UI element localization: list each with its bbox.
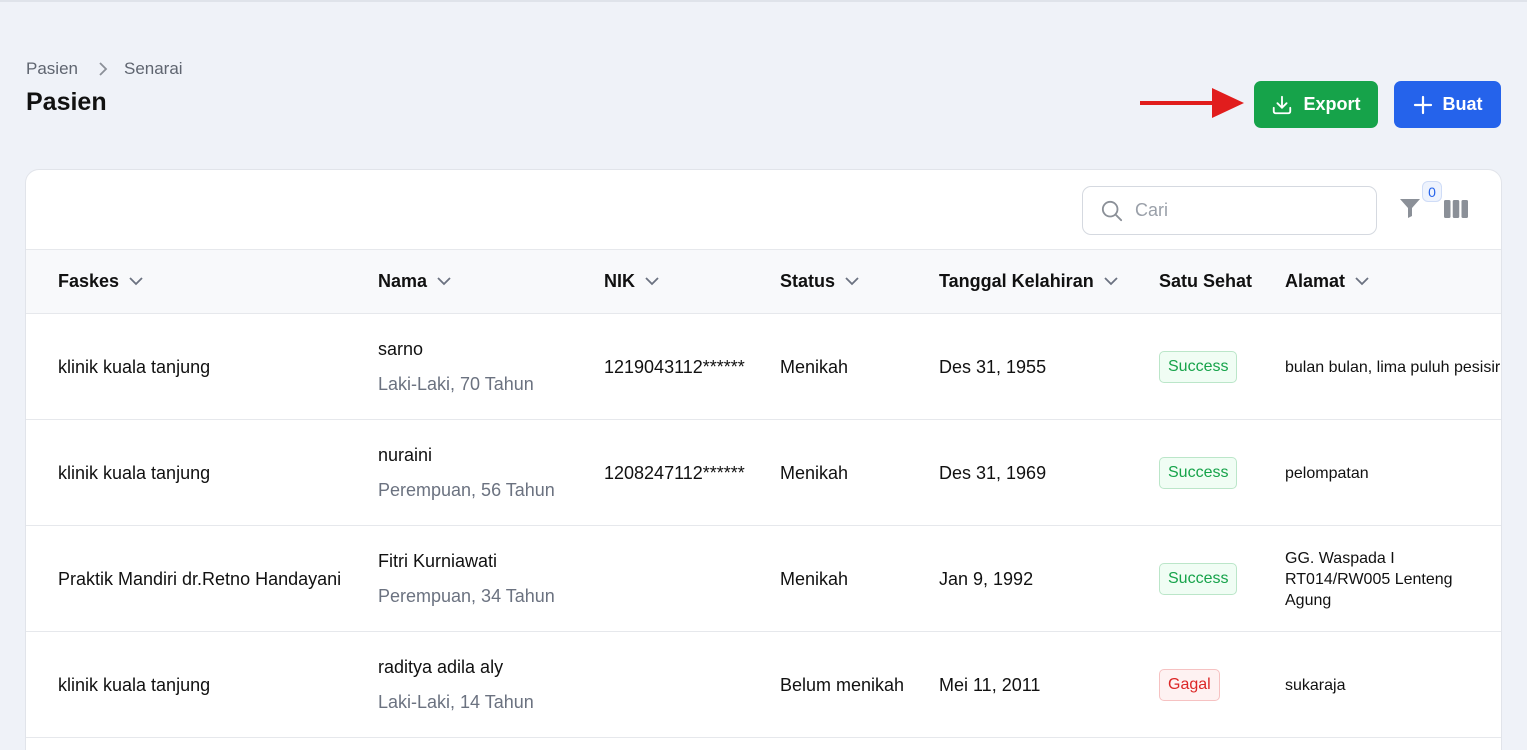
cell-alamat: sukaraja — [1285, 676, 1346, 694]
chevron-down-icon — [645, 277, 659, 286]
cell-alamat: GG. Waspada I RT014/RW005 Lenteng Agung — [1285, 549, 1453, 609]
create-label: Buat — [1442, 94, 1483, 114]
patient-name: nuraini — [378, 445, 433, 465]
cell-nama: nuraini Perempuan, 56 Tahun — [378, 420, 555, 526]
column-header-label: Alamat — [1285, 271, 1346, 291]
page-title: Pasien — [26, 88, 107, 116]
chevron-right-icon — [98, 62, 108, 76]
download-icon — [1271, 94, 1293, 116]
status-badge: Success — [1159, 457, 1238, 489]
table-row[interactable]: klinik kuala tanjung nuraini Perempuan, 5… — [26, 420, 1501, 526]
cell-faskes: klinik kuala tanjung — [58, 462, 211, 483]
table-row[interactable]: klinik kuala tanjung raditya adila aly La… — [26, 632, 1501, 738]
status-badge: Success — [1159, 563, 1238, 595]
cell-nik: 1208247112****** — [604, 462, 745, 483]
cell-tanggal-kelahiran: Jan 9, 1992 — [939, 568, 1034, 589]
cell-status: Menikah — [780, 568, 849, 589]
cell-status: Belum menikah — [780, 674, 905, 695]
chevron-down-icon — [1104, 277, 1118, 286]
cell-faskes: klinik kuala tanjung — [58, 356, 211, 377]
column-header-label: Satu Sehat — [1159, 271, 1253, 291]
red-arrow-annotation — [1140, 88, 1244, 118]
column-header-label: Nama — [378, 271, 428, 291]
cell-satu-sehat: Gagal — [1159, 632, 1220, 738]
column-header-label: Faskes — [58, 271, 120, 291]
column-header-tanggal-kelahiran[interactable]: Tanggal Kelahiran — [939, 250, 1118, 313]
cell-nama: Fitri Kurniawati Perempuan, 34 Tahun — [378, 526, 555, 632]
cell-status: Menikah — [780, 462, 849, 483]
breadcrumb-current: Senarai — [123, 59, 183, 78]
column-header-alamat[interactable]: Alamat — [1285, 250, 1369, 313]
patient-detail: Laki-Laki, 14 Tahun — [378, 692, 534, 712]
cell-faskes: klinik kuala tanjung — [58, 674, 211, 695]
cell-satu-sehat: Success — [1159, 420, 1238, 526]
filter-icon[interactable] — [1398, 196, 1422, 225]
patient-name: sarno — [378, 339, 424, 359]
cell-alamat: pelompatan — [1285, 464, 1369, 482]
column-header-label: NIK — [604, 271, 635, 291]
export-button[interactable]: Export — [1254, 81, 1378, 128]
cell-tanggal-kelahiran: Mei 11, 2011 — [939, 674, 1041, 695]
cell-tanggal-kelahiran: Des 31, 1955 — [939, 356, 1047, 377]
breadcrumb: Pasien Senarai — [26, 59, 183, 79]
table-row[interactable]: Praktik Mandiri dr.Retno Handayani Fitri… — [26, 526, 1501, 632]
column-header-satu-sehat: Satu Sehat — [1159, 250, 1252, 313]
search-box[interactable] — [1082, 186, 1377, 235]
patient-detail: Laki-Laki, 70 Tahun — [378, 374, 534, 394]
cell-nama: sarno Laki-Laki, 70 Tahun — [378, 314, 534, 420]
chevron-down-icon — [437, 277, 451, 286]
column-header-label: Status — [780, 271, 836, 291]
create-button[interactable]: Buat — [1394, 81, 1501, 128]
patient-table-card: 0 Faskes Nama NIK Status Tanggal Kelahir… — [25, 169, 1502, 750]
patient-name: raditya adila aly — [378, 657, 504, 677]
cell-nik: 1219043112****** — [604, 356, 745, 377]
search-input[interactable] — [1135, 200, 1355, 221]
filter-count-badge: 0 — [1422, 181, 1442, 202]
patient-detail: Perempuan, 56 Tahun — [378, 480, 555, 500]
cell-satu-sehat: Success — [1159, 314, 1238, 420]
table-row[interactable]: klinik kuala tanjung sarno Laki-Laki, 70 … — [26, 314, 1501, 420]
chevron-down-icon — [1355, 277, 1369, 286]
cell-nama: raditya adila aly Laki-Laki, 14 Tahun — [378, 632, 534, 738]
status-badge: Gagal — [1159, 669, 1220, 701]
patient-detail: Perempuan, 34 Tahun — [378, 586, 555, 606]
column-header-label: Tanggal Kelahiran — [939, 271, 1094, 291]
cell-status: Menikah — [780, 356, 849, 377]
search-icon — [1101, 200, 1123, 222]
column-header-faskes[interactable]: Faskes — [58, 250, 143, 313]
breadcrumb-parent[interactable]: Pasien — [26, 59, 78, 79]
plus-icon — [1413, 95, 1433, 115]
cell-tanggal-kelahiran: Des 31, 1969 — [939, 462, 1047, 483]
cell-satu-sehat: Success — [1159, 526, 1238, 632]
patient-name: Fitri Kurniawati — [378, 551, 498, 571]
cell-alamat: bulan bulan, lima puluh pesisir — [1285, 358, 1501, 376]
table-header: Faskes Nama NIK Status Tanggal Kelahiran… — [26, 249, 1501, 314]
column-header-nik[interactable]: NIK — [604, 250, 659, 313]
column-header-status[interactable]: Status — [780, 250, 859, 313]
chevron-down-icon — [845, 277, 859, 286]
chevron-down-icon — [129, 277, 143, 286]
export-label: Export — [1303, 94, 1361, 114]
columns-icon[interactable] — [1444, 199, 1468, 224]
status-badge: Success — [1159, 351, 1238, 383]
cell-faskes: Praktik Mandiri dr.Retno Handayani — [58, 568, 342, 589]
column-header-nama[interactable]: Nama — [378, 250, 451, 313]
